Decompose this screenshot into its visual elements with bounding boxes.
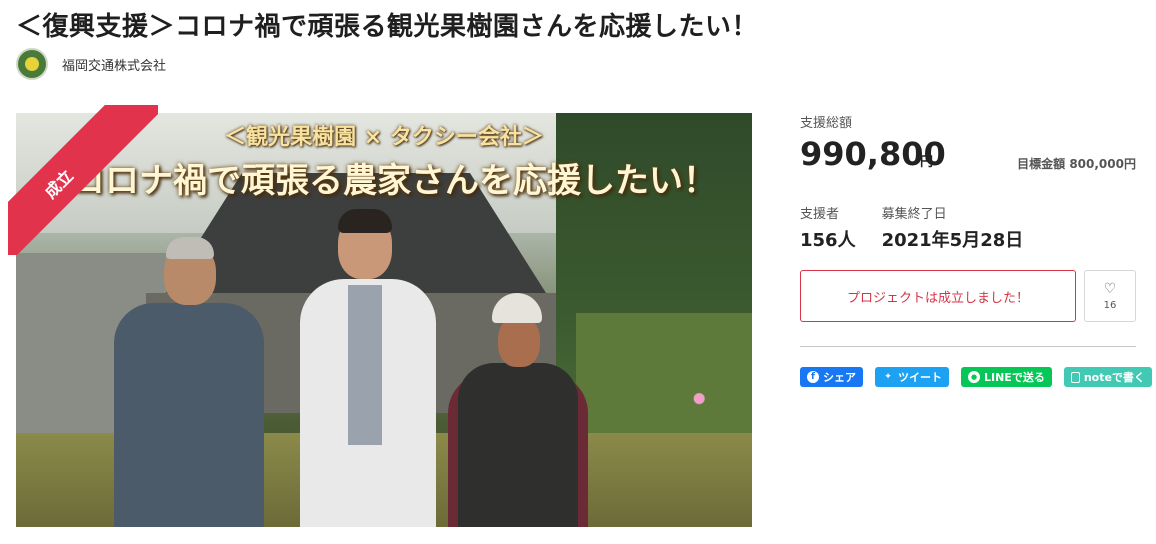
backers-value: 156人	[800, 230, 856, 251]
project-status-button[interactable]: プロジェクトは成立しました！	[800, 270, 1076, 322]
funding-panel: 支援総額 990,800 円 目標金額 800,000円 支援者 156人 募集…	[800, 112, 1152, 387]
end-date-stat: 募集終了日 2021年5月28日	[882, 203, 1024, 252]
twitter-share-button[interactable]: ✦ ツイート	[875, 367, 949, 387]
goal-value: 800,000円	[1069, 157, 1136, 171]
facebook-icon: f	[807, 371, 819, 383]
heart-icon: ♡	[1103, 280, 1117, 297]
twitter-icon: ✦	[884, 372, 892, 382]
backers-label: 支援者	[800, 207, 840, 222]
backers-stat: 支援者 156人	[800, 203, 856, 252]
facebook-share-button[interactable]: f シェア	[800, 367, 863, 387]
end-date-value: 2021年5月28日	[881, 230, 1024, 251]
line-share-label: LINEで送る	[984, 371, 1045, 384]
share-buttons: f シェア ✦ ツイート ● LINEで送る noteで書く	[800, 367, 1152, 387]
line-share-button[interactable]: ● LINEで送る	[961, 367, 1052, 387]
owner[interactable]: 福岡交通株式会社	[16, 48, 166, 80]
note-share-button[interactable]: noteで書く	[1063, 367, 1152, 387]
end-date-label: 募集終了日	[881, 207, 947, 222]
favorite-button[interactable]: ♡ 16	[1084, 270, 1136, 322]
divider	[800, 346, 1136, 347]
goal-label: 目標金額	[1017, 157, 1066, 171]
success-ribbon: 成立	[8, 105, 158, 255]
owner-name[interactable]: 福岡交通株式会社	[62, 55, 166, 74]
twitter-share-label: ツイート	[898, 371, 942, 384]
note-share-label: noteで書く	[1083, 371, 1145, 384]
goal-amount: 目標金額 800,000円	[1017, 155, 1136, 172]
total-unit: 円	[920, 155, 934, 170]
project-title: ＜復興支援＞コロナ禍で頑張る観光果樹園さんを応援したい！	[16, 12, 759, 42]
line-icon: ●	[968, 371, 980, 383]
success-badge-label: 成立	[40, 166, 77, 203]
note-icon	[1070, 371, 1080, 383]
facebook-share-label: シェア	[823, 371, 856, 384]
owner-avatar[interactable]	[16, 48, 48, 80]
total-label: 支援総額	[800, 116, 853, 131]
favorite-count: 16	[1103, 299, 1117, 311]
